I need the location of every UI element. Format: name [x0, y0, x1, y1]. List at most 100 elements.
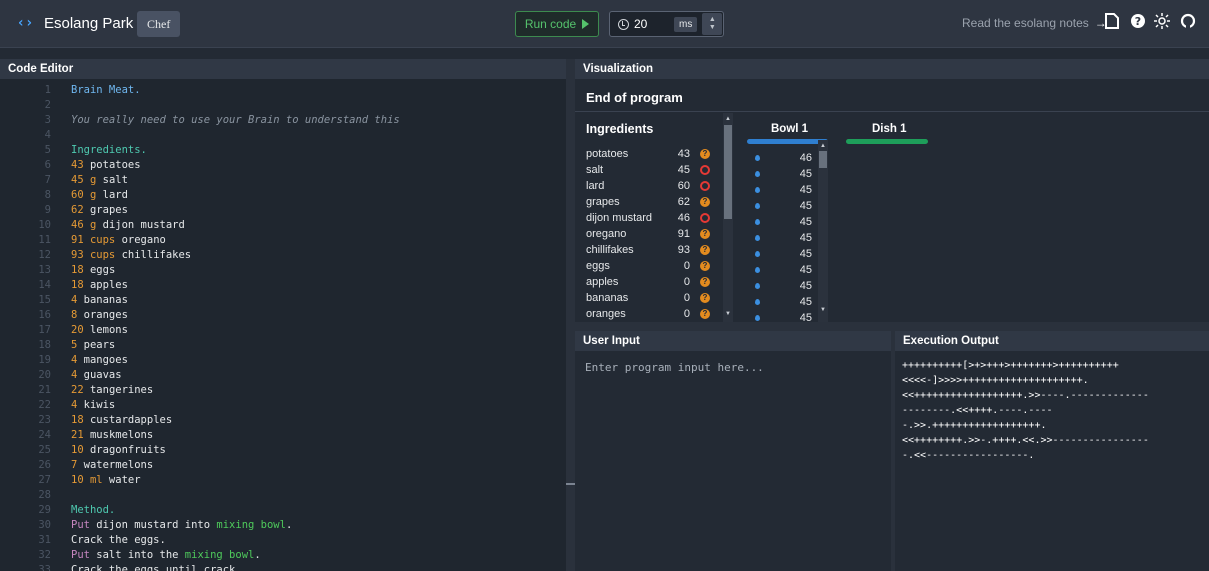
line-number: 20: [38, 369, 51, 381]
output-line: -.>>.++++++++++++++++++.: [902, 420, 1047, 431]
code-text: Method.: [71, 503, 115, 518]
code-line: 30 Put dijon mustard into mixing bowl.: [0, 518, 566, 533]
code-token: custardapples: [83, 414, 173, 426]
code-token: dragonfruits: [83, 444, 166, 456]
code-line: 25 10 dragonfruits: [0, 443, 566, 458]
code-token: water: [102, 474, 141, 486]
dish-title: Dish 1: [872, 123, 907, 135]
bowl-item-value: 45: [799, 312, 812, 322]
code-token: mixing bowl: [184, 549, 255, 561]
user-input-header: User Input: [575, 331, 891, 351]
code-line: 18 5 pears: [0, 338, 566, 353]
code-text: Crack the eggs.: [71, 533, 166, 548]
code-text: 21 muskmelons: [71, 428, 153, 443]
code-text: 7 watermelons: [71, 458, 153, 473]
code-text: 18 custardapples: [71, 413, 172, 428]
bowl-scrollbar[interactable]: ▲ ▼: [818, 140, 828, 322]
code-line: 26 7 watermelons: [0, 458, 566, 473]
code-token: Put: [71, 549, 90, 561]
scroll-down-icon[interactable]: ▼: [818, 306, 828, 314]
code-token: .: [254, 549, 261, 561]
code-token: Method.: [71, 504, 116, 516]
code-token: 10: [71, 444, 84, 456]
liquid-drop-icon: [755, 251, 760, 257]
bowl-item: 45: [752, 262, 812, 278]
line-number: 27: [38, 474, 51, 486]
scroll-thumb[interactable]: [819, 151, 827, 168]
liquid-drop-icon: [755, 203, 760, 209]
code-line: 22 4 kiwis: [0, 398, 566, 413]
line-number: 19: [38, 354, 51, 366]
code-line: 27 10 ml water: [0, 473, 566, 488]
code-text: 4 kiwis: [71, 398, 115, 413]
code-token: Crack the eggs.: [71, 534, 166, 546]
line-number: 30: [38, 519, 51, 531]
line-number: 17: [38, 324, 51, 336]
code-text: Crack the eggs until crack.: [71, 563, 242, 571]
horizontal-splitter[interactable]: [575, 322, 1209, 331]
liquid-drop-icon: [755, 155, 760, 161]
line-number: 26: [38, 459, 51, 471]
output-line: --------.<<++++.----.----: [902, 405, 1053, 416]
dish-color-bar: [846, 139, 928, 144]
line-number: 18: [38, 339, 51, 351]
line-number: 32: [38, 549, 51, 561]
code-text: 4 mangoes: [71, 353, 128, 368]
esolang-notes-link[interactable]: Read the esolang notes →: [962, 16, 1107, 30]
code-token: guavas: [77, 369, 122, 381]
code-line: 28: [0, 488, 566, 503]
bowl-item-value: 46: [799, 152, 812, 164]
execution-output-header: Execution Output: [895, 331, 1209, 351]
bowl-item: 45: [752, 198, 812, 214]
code-token: Crack the eggs until crack.: [71, 564, 242, 571]
bowl-item-value: 45: [799, 280, 812, 292]
code-token: lemons: [83, 324, 128, 336]
code-text: Put dijon mustard into mixing bowl.: [71, 518, 292, 533]
code-line: 21 22 tangerines: [0, 383, 566, 398]
line-number: 24: [38, 429, 51, 441]
github-icon[interactable]: [1179, 13, 1197, 33]
code-line: 17 20 lemons: [0, 323, 566, 338]
liquid-drop-icon: [755, 283, 760, 289]
liquid-drop-icon: [755, 235, 760, 241]
code-line: 20 4 guavas: [0, 368, 566, 383]
bowl-item-value: 45: [799, 168, 812, 180]
code-token: mangoes: [77, 354, 128, 366]
line-number: 23: [38, 414, 51, 426]
liquid-drop-icon: [755, 267, 760, 273]
bowl-stack: 46 45 45 45 45 45 45 45 45 45 45: [0, 0, 818, 322]
code-token: 22: [71, 384, 84, 396]
code-token: tangerines: [83, 384, 154, 396]
bowl-item-value: 45: [799, 248, 812, 260]
theme-sun-icon[interactable]: [1153, 13, 1171, 33]
code-token: kiwis: [77, 399, 116, 411]
line-number: 29: [38, 504, 51, 516]
code-token: .: [285, 519, 293, 531]
line-number: 21: [38, 384, 51, 396]
output-line: <<<<-]>>>>++++++++++++++++++++.: [902, 375, 1089, 386]
bowl-item: 45: [752, 214, 812, 230]
code-text: 10 dragonfruits: [71, 443, 166, 458]
output-line: ++++++++++[>+>+++>+++++++>++++++++++: [902, 360, 1119, 371]
code-line: 29 Method.: [0, 503, 566, 518]
line-number: 31: [38, 534, 51, 546]
code-text: Put salt into the mixing bowl.: [71, 548, 261, 563]
bowl-item: 45: [752, 246, 812, 262]
bowl-item: 46: [752, 150, 812, 166]
scroll-up-icon[interactable]: ▲: [818, 142, 828, 150]
code-token: muskmelons: [83, 429, 154, 441]
code-line: 33 Crack the eggs until crack.: [0, 563, 566, 571]
bowl-item-value: 45: [799, 232, 812, 244]
code-token: 20: [71, 324, 84, 336]
help-icon[interactable]: ?: [1129, 13, 1147, 33]
code-text: 22 tangerines: [71, 383, 153, 398]
code-line: 19 4 mangoes: [0, 353, 566, 368]
bowl-item: 45: [752, 294, 812, 310]
line-number: 22: [38, 399, 51, 411]
line-number: 25: [38, 444, 51, 456]
bowl-item: 45: [752, 310, 812, 322]
program-input-field[interactable]: Enter program input here...: [585, 361, 881, 374]
code-token: 21: [71, 429, 84, 441]
code-line: 23 18 custardapples: [0, 413, 566, 428]
file-icon[interactable]: [1103, 13, 1121, 33]
